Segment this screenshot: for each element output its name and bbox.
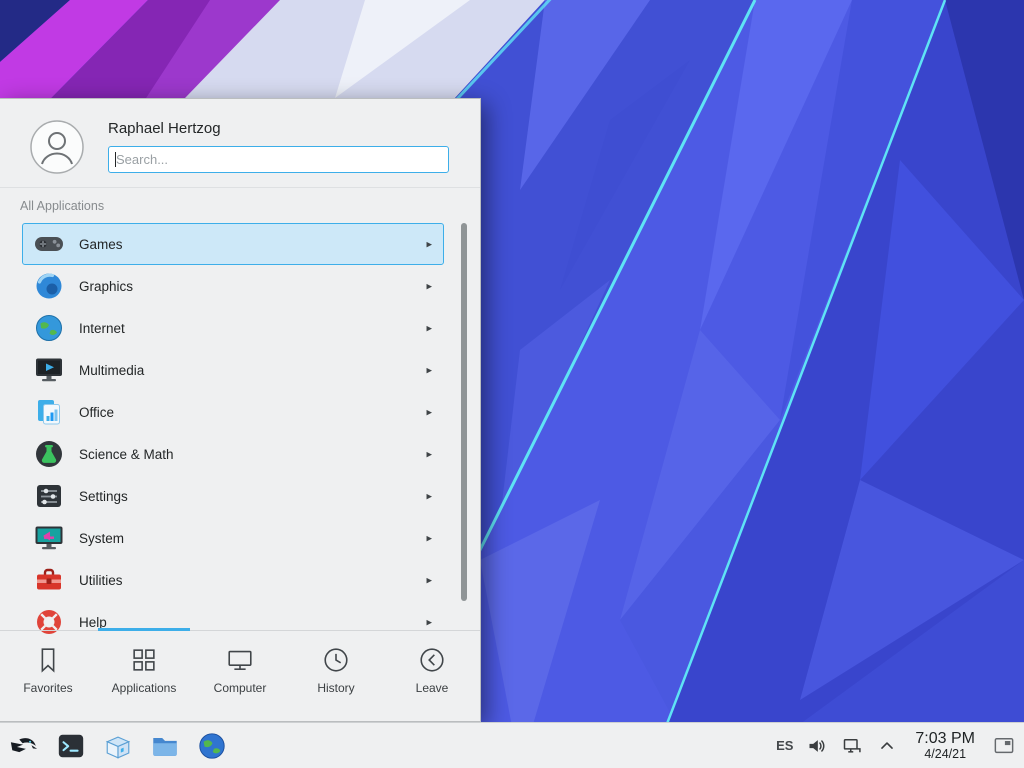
category-label: Science & Math [79,447,174,462]
system-icon [33,522,65,554]
header-divider [0,187,480,188]
tab-favorites[interactable]: Favorites [0,631,96,721]
category-label: Multimedia [79,363,144,378]
tab-label: History [317,681,354,695]
web-browser-icon [197,731,227,761]
clock-date: 4/24/21 [915,747,975,761]
leave-icon [417,645,447,675]
category-label: Games [79,237,123,252]
games-icon [33,228,65,260]
section-label: All Applications [20,199,104,213]
submenu-arrow-icon: ▸ [426,406,432,419]
search-input[interactable] [109,147,448,172]
category-item-internet[interactable]: Internet ▸ [22,307,444,349]
submenu-arrow-icon: ▸ [426,322,432,335]
science-icon [33,438,65,470]
submenu-arrow-icon: ▸ [426,448,432,461]
chevron-up-icon[interactable] [876,735,898,757]
tab-label: Applications [112,681,177,695]
category-item-system[interactable]: System ▸ [22,517,444,559]
submenu-arrow-icon: ▸ [426,364,432,377]
tab-computer[interactable]: Computer [192,631,288,721]
submenu-arrow-icon: ▸ [426,616,432,629]
kali-logo-icon [9,731,39,761]
user-avatar[interactable] [30,120,84,174]
tab-history[interactable]: History [288,631,384,721]
launcher-tab-bar: Favorites Applications [0,630,480,721]
category-label: Internet [79,321,125,336]
launcher-header: Raphael Hertzog [0,99,480,187]
tab-label: Favorites [23,681,72,695]
digital-clock[interactable]: 7:03 PM 4/24/21 [911,730,979,762]
search-field[interactable] [108,146,449,173]
system-tray: ES [776,730,1024,762]
active-tab-indicator [98,628,190,631]
taskbar-left [0,730,228,762]
utilities-icon [33,564,65,596]
software-center-button[interactable] [102,730,134,762]
user-name: Raphael Hertzog [108,120,221,137]
office-icon [33,396,65,428]
web-browser-button[interactable] [196,730,228,762]
text-cursor [115,152,116,167]
category-label: Office [79,405,114,420]
category-item-office[interactable]: Office ▸ [22,391,444,433]
submenu-arrow-icon: ▸ [426,280,432,293]
keyboard-layout-indicator[interactable]: ES [776,738,793,753]
submenu-arrow-icon: ▸ [426,574,432,587]
desktop: Raphael Hertzog All Applications [0,0,1024,768]
file-manager-icon [150,731,180,761]
submenu-arrow-icon: ▸ [426,532,432,545]
volume-icon[interactable] [806,735,828,757]
computer-icon [225,645,255,675]
network-icon[interactable] [841,735,863,757]
terminal-icon [56,731,86,761]
multimedia-icon [33,354,65,386]
app-launcher-button[interactable] [8,730,40,762]
category-item-utilities[interactable]: Utilities ▸ [22,559,444,601]
category-item-games[interactable]: Games ▸ [22,223,444,265]
tab-applications[interactable]: Applications [96,631,192,721]
scrollbar[interactable] [461,223,467,601]
terminal-button[interactable] [55,730,87,762]
tab-label: Leave [416,681,449,695]
favorites-icon [33,645,63,675]
category-item-science-math[interactable]: Science & Math ▸ [22,433,444,475]
history-icon [321,645,351,675]
show-desktop-icon[interactable] [992,735,1016,757]
taskbar: ES [0,722,1024,768]
graphics-icon [33,270,65,302]
category-label: Settings [79,489,128,504]
software-center-icon [103,731,133,761]
tab-label: Computer [214,681,267,695]
clock-time: 7:03 PM [915,730,975,748]
settings-icon [33,480,65,512]
category-item-graphics[interactable]: Graphics ▸ [22,265,444,307]
category-item-settings[interactable]: Settings ▸ [22,475,444,517]
category-label: Utilities [79,573,123,588]
category-list: Games ▸ Graphics ▸ [22,223,444,643]
category-label: System [79,531,124,546]
submenu-arrow-icon: ▸ [426,238,432,251]
applications-icon [129,645,159,675]
submenu-arrow-icon: ▸ [426,490,432,503]
category-label: Graphics [79,279,133,294]
file-manager-button[interactable] [149,730,181,762]
tab-leave[interactable]: Leave [384,631,480,721]
application-launcher-menu: Raphael Hertzog All Applications [0,98,481,722]
internet-icon [33,312,65,344]
category-item-multimedia[interactable]: Multimedia ▸ [22,349,444,391]
